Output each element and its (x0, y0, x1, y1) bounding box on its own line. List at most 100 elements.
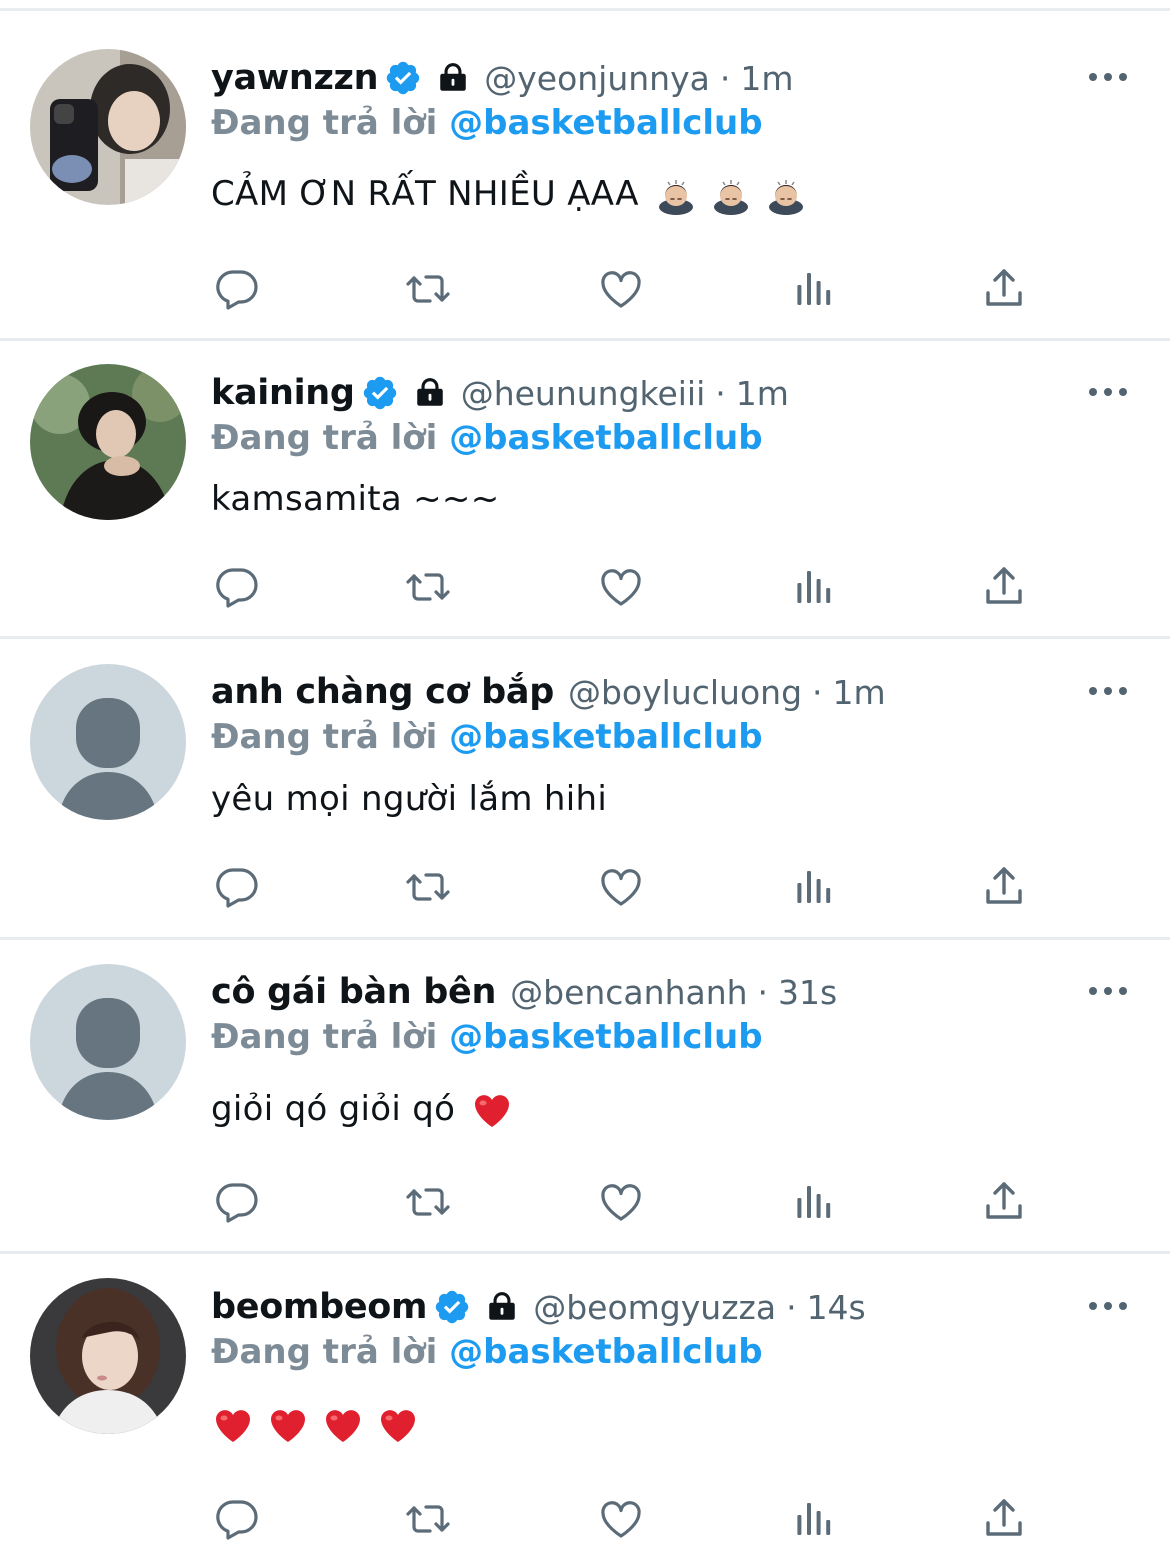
verified-badge-icon (384, 59, 422, 97)
tweet-header: beombeom @beomgyuzza · 14s (211, 1282, 866, 1332)
views-icon (789, 563, 837, 611)
retweet-button[interactable] (404, 1178, 452, 1226)
tweet-header: cô gái bàn bên @bencanhanh · 31s (211, 967, 837, 1017)
default-avatar[interactable] (30, 964, 186, 1120)
more-options-icon[interactable] (1086, 67, 1130, 87)
tweet-text: giỏi qó giỏi qó (211, 1089, 512, 1139)
handle[interactable]: @bencanhanh (510, 973, 747, 1012)
replying-mention[interactable]: @basketballclub (449, 1332, 762, 1372)
tweet[interactable]: kaining @heunungkeiii · 1m Đang trả lời … (0, 341, 1170, 639)
retweet-button[interactable] (404, 863, 452, 911)
display-name[interactable]: kaining (211, 373, 355, 413)
views-icon (789, 265, 837, 313)
reply-button[interactable] (213, 1178, 261, 1226)
replying-prefix: Đang trả lời (211, 1332, 438, 1372)
tweet-actions (0, 1495, 1170, 1545)
more-options-icon[interactable] (1086, 382, 1130, 402)
lock-icon (413, 376, 447, 410)
person-bowing-emoji-icon (656, 176, 696, 216)
tweet[interactable]: beombeom @beomgyuzza · 14s Đang trả lời … (0, 1254, 1170, 1565)
retweet-button[interactable] (404, 265, 452, 313)
reply-icon (213, 1495, 261, 1543)
lock-icon (436, 61, 470, 95)
share-button[interactable] (980, 1495, 1028, 1543)
display-name[interactable]: anh chàng cơ bắp (211, 672, 554, 712)
share-button[interactable] (980, 265, 1028, 313)
reply-button[interactable] (213, 265, 261, 313)
tweet[interactable]: yawnzzn @yeonjunnya · 1m Đang trả lời @b… (0, 11, 1170, 341)
handle[interactable]: @boylucluong (568, 673, 802, 712)
tweet-header: kaining @heunungkeiii · 1m (211, 368, 789, 418)
like-button[interactable] (597, 863, 645, 911)
handle[interactable]: @heunungkeiii (461, 374, 706, 413)
tweet-actions (0, 863, 1170, 913)
share-icon (980, 863, 1028, 911)
views-button[interactable] (789, 1495, 837, 1543)
reply-button[interactable] (213, 563, 261, 611)
person-bowing-emoji-icon (711, 176, 751, 216)
red-heart-emoji-icon (378, 1406, 418, 1446)
views-button[interactable] (789, 863, 837, 911)
handle[interactable]: @beomgyuzza (533, 1288, 776, 1327)
views-icon (789, 1495, 837, 1543)
handle[interactable]: @yeonjunnya (484, 59, 710, 98)
display-name[interactable]: cô gái bàn bên (211, 972, 496, 1012)
views-button[interactable] (789, 265, 837, 313)
replying-prefix: Đang trả lời (211, 1017, 438, 1057)
share-button[interactable] (980, 563, 1028, 611)
reply-button[interactable] (213, 1495, 261, 1543)
replying-mention[interactable]: @basketballclub (449, 418, 762, 458)
share-button[interactable] (980, 863, 1028, 911)
replying-to: Đang trả lời @basketballclub (211, 1332, 763, 1378)
like-button[interactable] (597, 1178, 645, 1226)
views-icon (789, 863, 837, 911)
like-button[interactable] (597, 1495, 645, 1543)
separator-dot: · (719, 58, 731, 98)
separator-dot: · (786, 1287, 797, 1327)
tweet-text: kamsamita ~~~ (211, 479, 500, 529)
avatar[interactable] (30, 49, 186, 205)
views-button[interactable] (789, 1178, 837, 1226)
like-icon (597, 863, 645, 911)
person-bowing-emoji-icon (766, 176, 806, 216)
timestamp[interactable]: 1m (740, 59, 793, 98)
retweet-icon (404, 1495, 452, 1543)
tweet-text-content: CẢM ƠN RẤT NHIỀU ẠAA (211, 174, 639, 214)
tweet-header: anh chàng cơ bắp @boylucluong · 1m (211, 667, 886, 717)
replying-mention[interactable]: @basketballclub (449, 103, 762, 143)
tweet[interactable]: cô gái bàn bên @bencanhanh · 31s Đang tr… (0, 940, 1170, 1254)
views-button[interactable] (789, 563, 837, 611)
retweet-icon (404, 563, 452, 611)
like-button[interactable] (597, 563, 645, 611)
share-button[interactable] (980, 1178, 1028, 1226)
avatar[interactable] (30, 1278, 186, 1434)
retweet-icon (404, 863, 452, 911)
avatar[interactable] (30, 364, 186, 520)
replying-to: Đang trả lời @basketballclub (211, 1017, 763, 1063)
share-icon (980, 265, 1028, 313)
display-name[interactable]: beombeom (211, 1287, 428, 1327)
more-options-icon[interactable] (1086, 681, 1130, 701)
retweet-button[interactable] (404, 563, 452, 611)
timestamp[interactable]: 14s (807, 1288, 866, 1327)
default-avatar[interactable] (30, 664, 186, 820)
timestamp[interactable]: 1m (833, 673, 886, 712)
more-options-icon[interactable] (1086, 1296, 1130, 1316)
retweet-button[interactable] (404, 1495, 452, 1543)
timestamp[interactable]: 31s (778, 973, 837, 1012)
more-options-icon[interactable] (1086, 981, 1130, 1001)
tweet[interactable]: anh chàng cơ bắp @boylucluong · 1m Đang … (0, 639, 1170, 940)
separator-dot: · (812, 672, 823, 712)
replying-mention[interactable]: @basketballclub (449, 1017, 762, 1057)
reply-button[interactable] (213, 863, 261, 911)
like-button[interactable] (597, 265, 645, 313)
reply-icon (213, 265, 261, 313)
replying-mention[interactable]: @basketballclub (449, 717, 762, 757)
reply-icon (213, 863, 261, 911)
like-icon (597, 1495, 645, 1543)
display-name[interactable]: yawnzzn (211, 58, 379, 98)
views-icon (789, 1178, 837, 1226)
tweet-text (211, 1404, 418, 1454)
timestamp[interactable]: 1m (736, 374, 789, 413)
tweet-actions (0, 265, 1170, 315)
